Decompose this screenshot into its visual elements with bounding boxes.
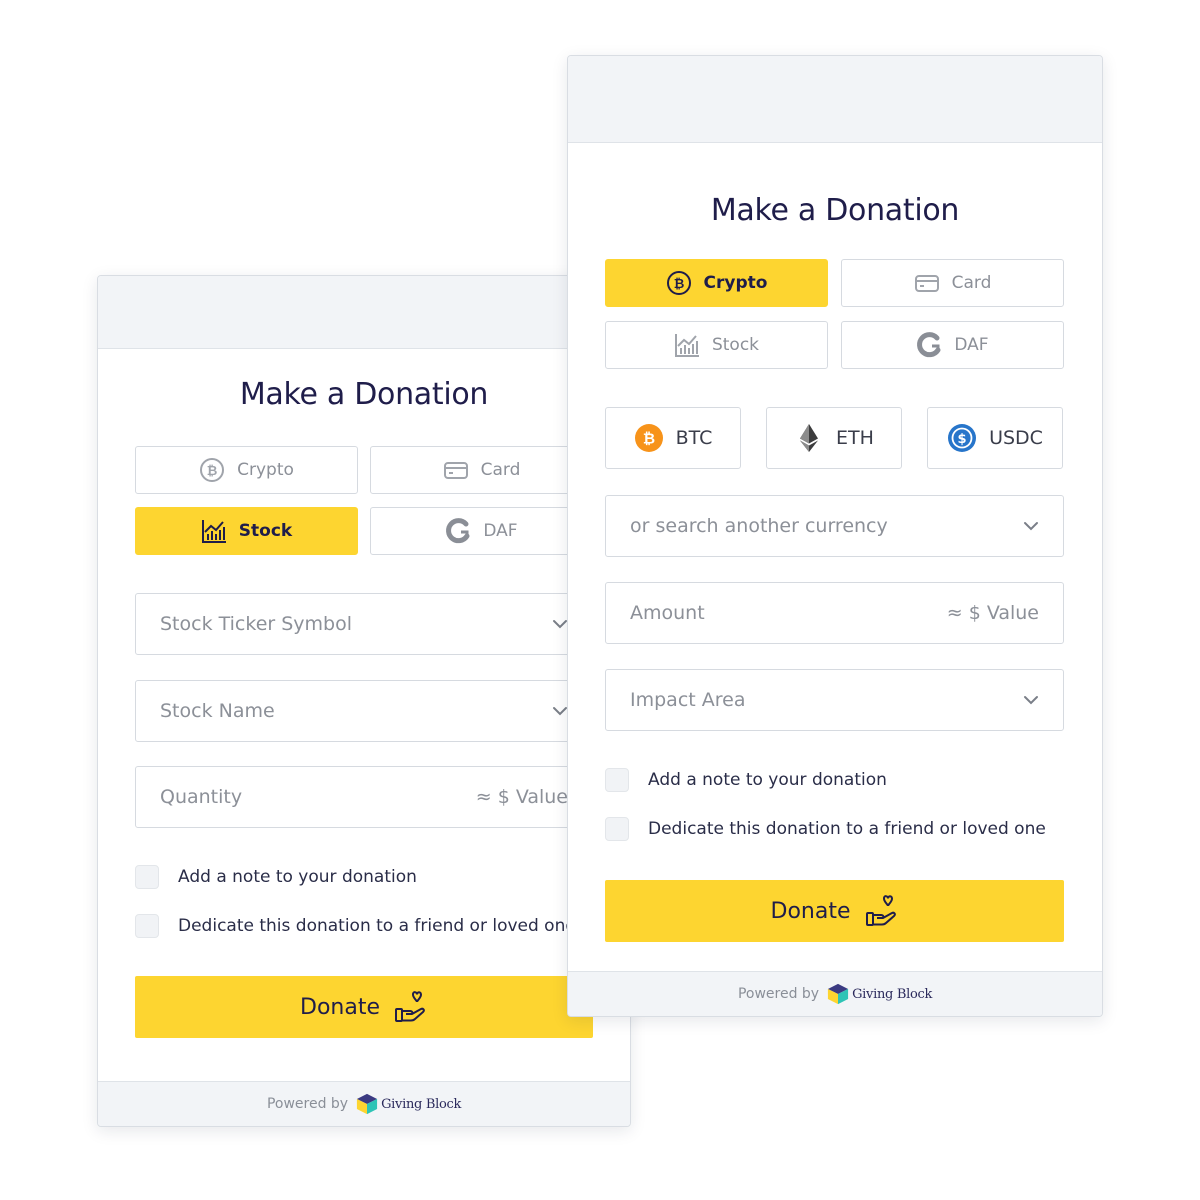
giving-block-cube-icon (356, 1093, 378, 1115)
tab-label: DAF (483, 521, 518, 541)
crypto-donation-widget: Make a Donation Crypto Card Stock DAF ₿ … (567, 55, 1103, 1017)
stock-ticker-placeholder: Stock Ticker Symbol (160, 613, 353, 635)
impact-area-placeholder: Impact Area (630, 689, 746, 711)
credit-card-icon (914, 270, 940, 296)
heart-hand-icon (865, 894, 899, 928)
coin-label: USDC (989, 427, 1043, 449)
chevron-down-icon (1023, 521, 1039, 531)
dedicate-checkbox[interactable] (135, 914, 159, 938)
eth-coin-icon (794, 423, 824, 453)
amount-placeholder: Amount (630, 602, 705, 624)
heart-hand-icon (394, 990, 428, 1024)
currency-search-select[interactable]: or search another currency (605, 495, 1064, 557)
brand-name: Giving Block (852, 986, 933, 1002)
daf-logo-icon (916, 332, 942, 358)
coin-btc-button[interactable]: ₿ BTC (605, 407, 741, 469)
note-label: Add a note to your donation (178, 867, 417, 887)
bitcoin-icon (666, 270, 692, 296)
stock-donation-widget: Make a Donation Crypto Card Stock DAF St… (97, 275, 631, 1127)
usdc-coin-icon: $ (947, 423, 977, 453)
page-title: Make a Donation (239, 377, 489, 412)
powered-by-label: Powered by (266, 1096, 349, 1112)
tab-crypto[interactable]: Crypto (605, 259, 828, 307)
note-checkbox[interactable] (135, 865, 159, 889)
credit-card-icon (443, 457, 469, 483)
tab-stock[interactable]: Stock (135, 507, 358, 555)
dedicate-label: Dedicate this donation to a friend or lo… (648, 819, 1046, 839)
note-checkbox-row[interactable]: Add a note to your donation (135, 865, 417, 889)
page-title: Make a Donation (710, 193, 960, 228)
impact-area-select[interactable]: Impact Area (605, 669, 1064, 731)
value-estimate: ≈ $ Value (475, 786, 568, 808)
daf-logo-icon (445, 518, 471, 544)
value-estimate: ≈ $ Value (946, 602, 1039, 624)
dedicate-checkbox-row[interactable]: Dedicate this donation to a friend or lo… (605, 817, 1046, 841)
tab-label: Crypto (703, 273, 768, 293)
giving-block-logo[interactable]: Giving Block (827, 983, 932, 1005)
quantity-input[interactable]: Quantity ≈ $ Value (135, 766, 593, 828)
brand-name: Giving Block (381, 1096, 462, 1112)
coin-eth-button[interactable]: ETH (766, 407, 902, 469)
chevron-down-icon (1023, 695, 1039, 705)
donate-label: Donate (770, 898, 851, 924)
dedicate-label: Dedicate this donation to a friend or lo… (178, 916, 576, 936)
note-checkbox-row[interactable]: Add a note to your donation (605, 768, 887, 792)
tab-label: Crypto (237, 460, 294, 480)
note-label: Add a note to your donation (648, 770, 887, 790)
tab-label: Card (951, 273, 992, 293)
tab-card[interactable]: Card (841, 259, 1064, 307)
widget-header (98, 276, 630, 349)
coin-label: BTC (675, 427, 713, 449)
widget-footer: Powered by Giving Block (568, 971, 1102, 1016)
tab-card[interactable]: Card (370, 446, 593, 494)
tab-label: Card (480, 460, 521, 480)
chevron-down-icon (552, 619, 568, 629)
coin-usdc-button[interactable]: $ USDC (927, 407, 1063, 469)
svg-text:$: $ (958, 432, 967, 447)
btc-coin-icon: ₿ (634, 423, 664, 453)
dedicate-checkbox[interactable] (605, 817, 629, 841)
stock-chart-icon (674, 332, 700, 358)
giving-block-cube-icon (827, 983, 849, 1005)
tab-crypto[interactable]: Crypto (135, 446, 358, 494)
widget-header (568, 56, 1102, 143)
tab-daf[interactable]: DAF (841, 321, 1064, 369)
note-checkbox[interactable] (605, 768, 629, 792)
giving-block-logo[interactable]: Giving Block (356, 1093, 461, 1115)
stock-chart-icon (201, 518, 227, 544)
donate-button[interactable]: Donate (135, 976, 593, 1038)
amount-input[interactable]: Amount ≈ $ Value (605, 582, 1064, 644)
stock-name-select[interactable]: Stock Name (135, 680, 593, 742)
tab-stock[interactable]: Stock (605, 321, 828, 369)
donate-button[interactable]: Donate (605, 880, 1064, 942)
tab-daf[interactable]: DAF (370, 507, 593, 555)
tab-label: DAF (954, 335, 989, 355)
quantity-placeholder: Quantity (160, 786, 243, 808)
dedicate-checkbox-row[interactable]: Dedicate this donation to a friend or lo… (135, 914, 576, 938)
stock-ticker-select[interactable]: Stock Ticker Symbol (135, 593, 593, 655)
stock-name-placeholder: Stock Name (160, 700, 275, 722)
widget-footer: Powered by Giving Block (98, 1081, 630, 1126)
currency-search-placeholder: or search another currency (630, 515, 888, 537)
svg-text:₿: ₿ (642, 430, 654, 448)
donate-label: Donate (300, 994, 380, 1020)
powered-by-label: Powered by (737, 986, 820, 1002)
bitcoin-icon (199, 457, 225, 483)
coin-label: ETH (836, 427, 874, 449)
chevron-down-icon (552, 706, 568, 716)
tab-label: Stock (711, 335, 760, 355)
tab-label: Stock (238, 521, 293, 541)
